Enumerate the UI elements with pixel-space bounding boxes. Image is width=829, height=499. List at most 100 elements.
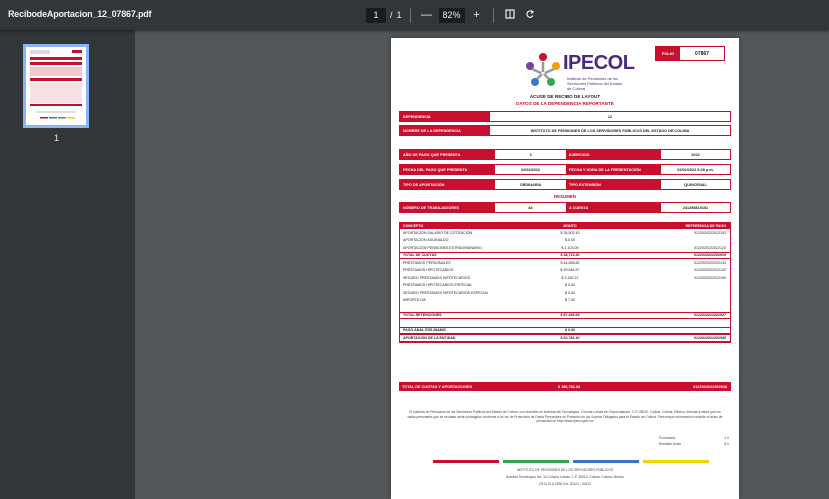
grid-row: TIPO DE APORTACIÓN ORDINARIA TIPO EXTENS… [399, 179, 731, 190]
grid-value: QUINCENAL [661, 180, 730, 189]
grid-label: AÑO DE PAGO QUE PRESENTA [400, 150, 495, 159]
table-row: APORTACIÓN DE LA ENTIDAD $ 62,781.40 01220… [400, 334, 730, 342]
address-line: Avenida Tecnológico No. 10 Colonia Lomas… [505, 475, 625, 479]
grid-label: TIPO EXTENSIÓN [566, 180, 661, 189]
zoom-in-button[interactable]: + [469, 9, 485, 21]
address-line: INSTITUTO DE PENSIONES DE LOS SERVIDORES… [516, 468, 614, 472]
thumbnail-page-number: 1 [54, 133, 60, 143]
zoom-input[interactable]: 82% [438, 7, 465, 23]
resumen-value: 241298819151 [661, 203, 730, 212]
logo-subtitle: Instituto de Pensiones de los Servidores… [567, 76, 623, 91]
processed-value: 1.0 [724, 436, 729, 440]
resumen-label: NÚMERO DE TRABAJADORES [400, 203, 495, 212]
total-reference: 0122022022202943 [693, 384, 727, 389]
table-row: APORTACIÓN AGUINALDO $ 0.00 [400, 237, 730, 245]
table-row: SEGURO PRÉSTAMOS HIPOTECARIOS $ 3,182.37 0… [400, 274, 730, 282]
table-row: IMPORTE IVA $ 7.00 [400, 297, 730, 305]
column-header: MONTO [563, 224, 577, 228]
concept-cell: PRÉSTAMOS HIPOTECARIOS [403, 268, 454, 273]
table-row: TOTAL RETENCIONES $ 87,335.69 012202202220… [400, 311, 730, 319]
nombre-row: NOMBRE DE LA DEPENDENCIA INSTITUTO DE PE… [399, 125, 731, 136]
fit-page-icon[interactable] [502, 8, 518, 22]
thumbnail-sidebar: 1 [0, 30, 135, 499]
amount-cell: $ 38,723.40 [560, 253, 580, 258]
folio-value: 07867 [695, 50, 709, 57]
nombre-label: NOMBRE DE LA DEPENDENCIA [400, 126, 490, 135]
page-thumbnail[interactable] [23, 44, 89, 128]
amount-cell: $ 35,502.43 [560, 230, 580, 235]
doc-heading: ACUSE DE RECIBO DE LAYOUT [529, 94, 601, 99]
concept-cell: TOTAL DE CUOTAS [403, 253, 437, 258]
pdf-toolbar: RecibodeAportacion_12_07867.pdf 1 / 1 — … [0, 0, 829, 30]
zoom-out-button[interactable]: — [419, 9, 435, 21]
column-header: CONCEPTO [403, 224, 424, 228]
color-bar-blue [573, 460, 639, 463]
dependencia-value: 12 [490, 112, 730, 121]
received-value: 8.0 [724, 442, 729, 446]
grid-row: FECHA DEL PAGO QUE PRESENTA 02/02/2022 F… [399, 164, 731, 175]
concept-cell: APORTACIÓN SALARIO DE COTIZACIÓN [403, 230, 473, 235]
total-row: TOTAL DE CUOTAS Y APORTACIONES $ 188,782… [399, 382, 731, 391]
resumen-label: A CUENTA [566, 203, 661, 212]
grid-value: 2022 [661, 150, 730, 159]
color-bar-red [433, 460, 499, 463]
page-separator: / [390, 10, 393, 20]
ipecol-logo: IPECOL Instituto de Pensiones de los Ser… [523, 50, 635, 96]
column-header: REFERENCIA DE PAGO [685, 224, 726, 228]
amount-cell: $ 0.00 [565, 238, 575, 243]
table-row: APORTACIÓN SALARIO DE COTIZACIÓN $ 35,502… [400, 229, 730, 237]
table-row: PRÉSTAMOS HIPOTECARIOS ESPECIAL $ 0.00 [400, 282, 730, 290]
processing-info: Procesado 1.0 Recibido Aviso 8.0 [659, 436, 729, 446]
resumen-value: 84 [495, 203, 566, 212]
divider [492, 7, 494, 23]
color-bar-yellow [643, 460, 709, 463]
amount-cell: $ 1,103.05 [561, 245, 579, 250]
resumen-row: NÚMERO DE TRABAJADORES 84 A CUENTA 24129… [399, 202, 731, 213]
amount-cell: $ 44,658.82 [560, 260, 580, 265]
grid-label: TIPO DE APORTACIÓN [400, 180, 495, 189]
page-total: 1 [396, 10, 402, 20]
concept-cell: PRÉSTAMOS HIPOTECARIOS ESPECIAL [403, 283, 473, 288]
grid-label: FECHA DEL PAGO QUE PRESENTA [400, 165, 495, 174]
page-number-input[interactable]: 1 [366, 7, 386, 23]
table-row: APORTACIÓN PENSIONES EXTRAORDINARIO $ 1,1… [400, 244, 730, 252]
amount-cell: $ 62,781.40 [560, 335, 580, 340]
reference-cell: 0122020322022159 [694, 275, 726, 280]
file-name: RecibodeAportacion_12_07867.pdf [8, 9, 152, 19]
amount-cell: $ 7.00 [565, 298, 575, 303]
concept-cell: APORTACIÓN AGUINALDO [403, 238, 449, 243]
color-bar-green [503, 460, 569, 463]
concept-cell: APORTACIÓN PENSIONES EXTRAORDINARIO [403, 245, 482, 250]
amount-cell: $ 0.00 [565, 283, 575, 288]
concept-cell: PRÉSTAMOS PERSONALES [403, 260, 451, 265]
table-body: APORTACIÓN SALARIO DE COTIZACIÓN $ 35,502… [400, 229, 730, 342]
people-logo-icon [526, 53, 560, 86]
page-controls: 1 / 1 — 82% + [366, 6, 538, 24]
grid-row: AÑO DE PAGO QUE PRESENTA 3 EJERCICIO 202… [399, 149, 731, 160]
concept-cell: TOTAL RETENCIONES [403, 313, 442, 318]
reference-cell: 0122022022202927 [694, 313, 726, 318]
folio-box: FOLIO 07867 [655, 46, 725, 61]
table-row: SEGURO PRÉSTAMOS HIPOTECARIOS ESPECIAL $ … [400, 289, 730, 297]
concept-cell: IMPORTE IVA [403, 298, 426, 303]
divider [409, 7, 411, 23]
reference-cell: 0122020322022103 [694, 230, 726, 235]
concept-cell: APORTACIÓN DE LA ENTIDAD [403, 335, 456, 340]
reference-cell: 0122020322022142 [694, 268, 726, 273]
processed-label: Procesado [659, 436, 676, 440]
nombre-value: INSTITUTO DE PENSIONES DE LOS SERVIDORES… [490, 126, 730, 135]
grid-value: ORDINARIA [495, 180, 566, 189]
resumen-heading: RESUMEN [554, 194, 576, 199]
concept-cell: PAGO ANAL ESS-INAMIC [403, 328, 447, 333]
rotate-icon[interactable] [522, 9, 538, 22]
grid-value: 02/02/2022 9:28 p.m. [661, 165, 730, 174]
concept-cell: SEGURO PRÉSTAMOS HIPOTECARIOS ESPECIAL [403, 290, 489, 295]
dependencia-label: DEPENDENCIA [400, 112, 490, 121]
reference-cell: 0122020322022134 [694, 260, 726, 265]
pdf-page: IPECOL Instituto de Pensiones de los Ser… [391, 38, 739, 499]
amount-cell: $ 0.00 [565, 290, 575, 295]
reference-cell: 0122022022202919 [694, 253, 726, 258]
reference-cell: 0122022022202935 [694, 335, 726, 340]
amount-cell: $ 0.00 [565, 328, 575, 333]
doc-subheading: DATOS DE LA DEPENDENCIA REPORTANTE [516, 101, 614, 106]
